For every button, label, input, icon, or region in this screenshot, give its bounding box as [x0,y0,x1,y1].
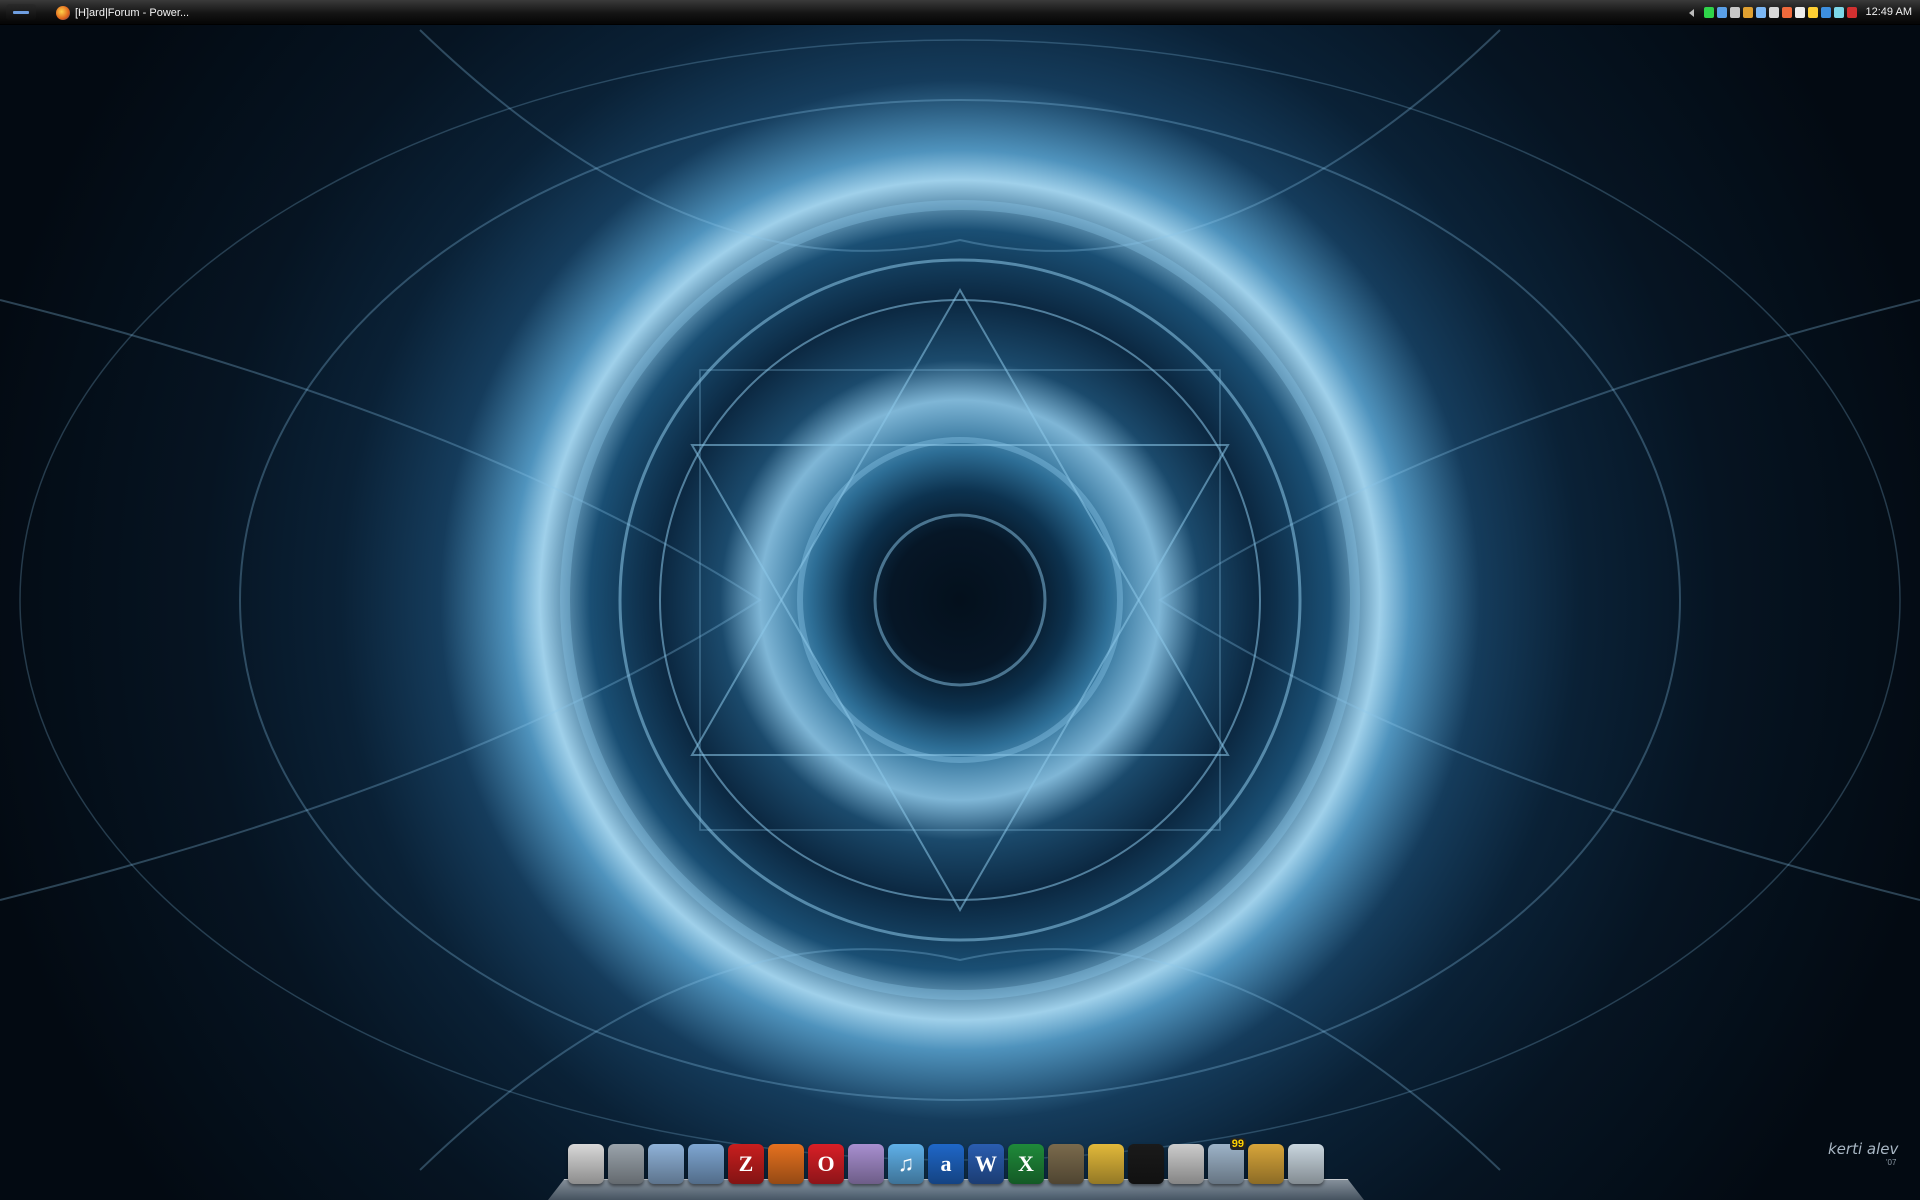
itunes-icon[interactable]: ♫ [888,1144,924,1184]
start-bar-icon [13,11,29,14]
taskbar-window-button[interactable]: [H]ard|Forum - Power... [56,3,256,22]
dock-icons: Z O ♫ a W X 99 [568,1138,1324,1184]
file-manager-icon[interactable] [568,1144,604,1184]
fallout-icon[interactable] [1088,1144,1124,1184]
opera-icon[interactable]: O [808,1144,844,1184]
system-tray [1689,4,1860,21]
tools-icon[interactable] [608,1144,644,1184]
aim-icon[interactable]: a [928,1144,964,1184]
filezilla-icon[interactable]: Z [728,1144,764,1184]
fractal-wallpaper [0,29,1920,1171]
green-status-icon[interactable] [1704,7,1714,18]
clock[interactable]: 12:49 AM [1866,6,1912,18]
applications-folder-icon[interactable] [688,1144,724,1184]
gimp-icon[interactable] [1048,1144,1084,1184]
fan-icon[interactable] [1168,1144,1204,1184]
word-icon[interactable]: W [968,1144,1004,1184]
sync-icon[interactable] [1743,7,1753,18]
color-icon[interactable] [1782,7,1792,18]
start-button[interactable] [6,4,36,20]
update-icon[interactable] [1834,7,1844,18]
documents-folder-icon[interactable] [648,1144,684,1184]
network-icon[interactable] [1717,7,1727,18]
excel-icon[interactable]: X [1008,1144,1044,1184]
pidgin-icon[interactable] [848,1144,884,1184]
firefox-icon [56,5,70,20]
dock: Z O ♫ a W X 99 [548,1138,1364,1200]
window-title: [H]ard|Forum - Power... [75,6,190,19]
desktop: [H]ard|Forum - Power... 12:49 AM Z O ♫ a W X 9… [0,0,1920,1200]
chat-icon[interactable] [1756,7,1766,18]
taskbar: [H]ard|Forum - Power... 12:49 AM [0,0,1920,25]
star-icon[interactable] [1808,7,1818,18]
volume-icon[interactable] [1795,7,1805,18]
monitor-icon[interactable]: 99 [1208,1138,1246,1184]
dock-badge: 99 [1229,1138,1246,1150]
steam-icon[interactable] [1128,1144,1164,1184]
recycle-bin-icon[interactable] [1288,1144,1324,1184]
firefox-icon[interactable] [768,1144,804,1184]
wallpaper-signature: kerti alev [1828,1140,1899,1158]
music-icon[interactable] [1769,7,1779,18]
bluetooth-icon[interactable] [1821,7,1831,18]
tray-expand-arrow-icon[interactable] [1689,8,1694,17]
wallpaper-signature-year: '07 [1886,1158,1897,1167]
hammer-icon[interactable] [1248,1144,1284,1184]
shield-icon[interactable] [1847,7,1857,18]
monitor-icon[interactable] [1730,7,1740,18]
